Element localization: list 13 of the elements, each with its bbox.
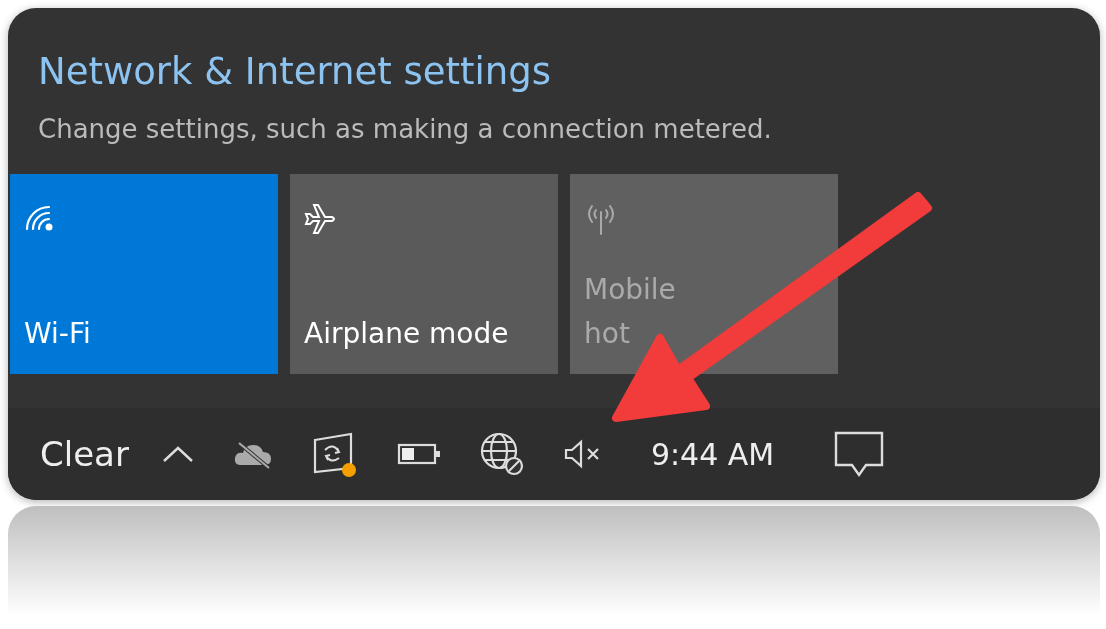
cloud-crossed-icon[interactable]: [232, 439, 273, 469]
tile-label: Airplane mode: [304, 316, 510, 352]
tile-label: Mobile hot: [584, 272, 677, 352]
weather-text[interactable]: Clear: [40, 434, 129, 474]
globe-blocked-icon[interactable]: [478, 431, 525, 477]
quick-action-tile[interactable]: Wi-Fi: [10, 174, 278, 374]
network-settings-link[interactable]: Network & Internet settings: [8, 50, 1100, 94]
tile-label: Wi-Fi: [24, 316, 92, 352]
battery-icon[interactable]: [396, 443, 441, 465]
clock-text[interactable]: 9:44 AM: [650, 436, 775, 472]
airplane-icon: [304, 202, 338, 236]
quick-action-tile[interactable]: Airplane mode: [290, 174, 558, 374]
subtitle: Change settings, such as making a connection metered.: [37, 113, 773, 146]
